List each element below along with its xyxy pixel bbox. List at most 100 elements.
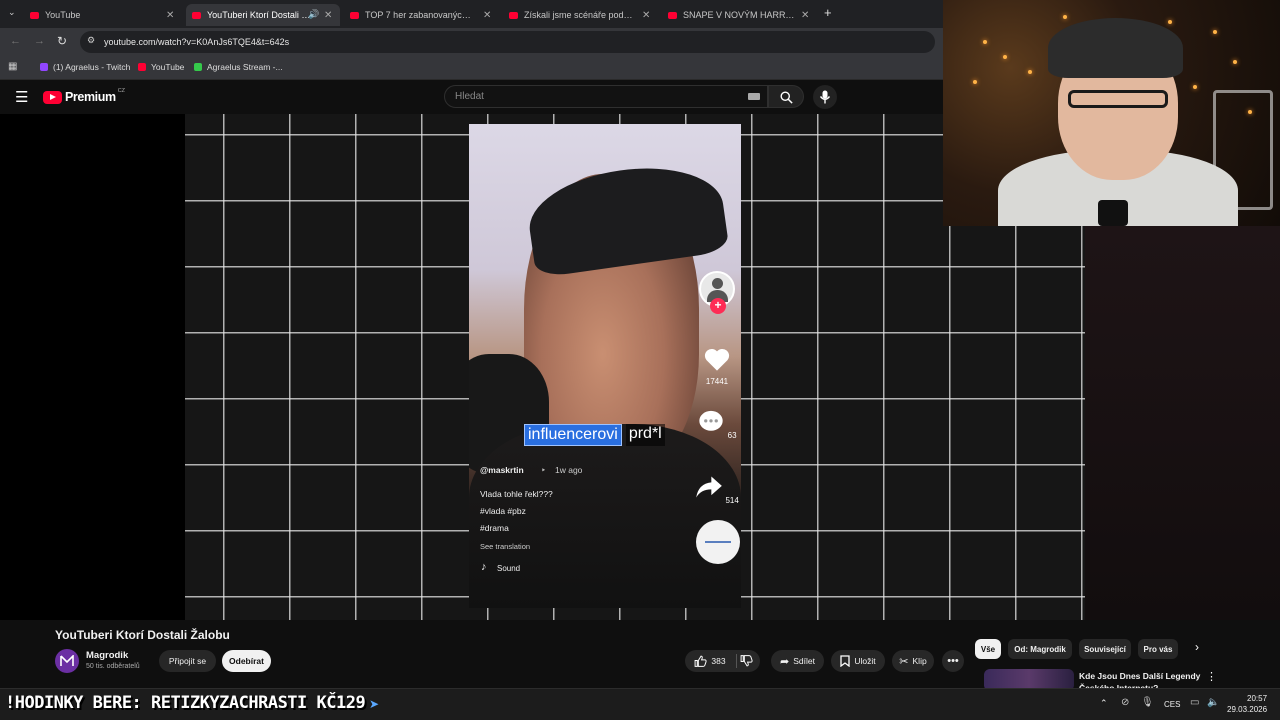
browser-tab[interactable]: Získali jsme scénáře podvodníků ✕ <box>509 4 654 26</box>
share-icon: ➦ <box>780 655 790 668</box>
channel-name[interactable]: Magrodik <box>86 650 128 661</box>
browser-tab[interactable]: TOP 7 her zabanovaných na Steamu ✕ <box>350 4 495 26</box>
follow-plus-icon[interactable]: + <box>710 298 726 314</box>
site-info-icon[interactable]: ⚙ <box>87 35 95 46</box>
chevron-right-icon[interactable]: › <box>1195 640 1199 654</box>
url-text[interactable]: youtube.com/watch?v=K0AnJs6TQE4&t=642s <box>104 37 289 47</box>
keyboard-icon[interactable] <box>748 93 760 100</box>
bookmarks-bar: ▦ (1) Agraelus - Twitch YouTube Agraelus… <box>0 56 943 80</box>
share-arrow-icon <box>696 476 723 498</box>
network-icon[interactable]: ▭ <box>1190 697 1199 708</box>
tray-expand-icon[interactable]: ⌃ <box>1100 698 1108 709</box>
comment-count: 63 <box>727 431 737 440</box>
browser-tab-active[interactable]: YouTuberi Ktorí Dostali Žalobu 🔊 ✕ <box>186 4 340 26</box>
audio-playing-icon[interactable]: 🔊 <box>308 9 319 20</box>
bookmark-item[interactable]: Agraelus Stream -... <box>194 62 283 72</box>
tiktok-like-button: 17441 <box>695 346 739 386</box>
microphone-icon <box>819 90 831 104</box>
bookmark-icon <box>840 655 851 667</box>
forward-icon[interactable]: → <box>34 35 45 47</box>
save-label: Uložit <box>854 656 876 666</box>
browser-tab[interactable]: YouTube ✕ <box>30 4 180 26</box>
youtube-favicon-icon <box>509 11 518 19</box>
tab-close-icon[interactable]: ✕ <box>324 10 332 21</box>
clip-label: Klip <box>912 656 927 666</box>
tab-title: YouTube <box>45 10 81 20</box>
bookmark-item[interactable]: (1) Agraelus - Twitch <box>40 62 130 72</box>
clock-time: 20:57 <box>1247 694 1268 703</box>
posted-time: 1w ago <box>555 465 583 475</box>
streamer-webcam <box>943 0 1280 226</box>
chip-from-channel[interactable]: Od: Magrodik <box>1008 639 1072 659</box>
back-icon[interactable]: ← <box>10 35 21 47</box>
chip-for-you[interactable]: Pro vás <box>1138 639 1178 659</box>
chip-all[interactable]: Vše <box>975 639 1001 659</box>
region-code: CZ <box>117 88 126 94</box>
like-button[interactable]: 383 <box>685 650 735 672</box>
youtube-favicon-icon <box>30 11 39 19</box>
clock-date: 29.03.2026 <box>1227 705 1268 714</box>
tab-close-icon[interactable]: ✕ <box>483 10 491 21</box>
subscribe-button[interactable]: Odebírat <box>222 650 271 672</box>
chip-related[interactable]: Související <box>1079 639 1131 659</box>
share-button[interactable]: ➦ Sdílet <box>771 650 824 672</box>
channel-avatar[interactable] <box>55 649 79 673</box>
tiktok-tags: #vlada #pbz <box>480 506 526 516</box>
reload-icon[interactable]: ↻ <box>57 34 67 48</box>
thumbs-down-icon <box>740 655 753 667</box>
tab-close-icon[interactable]: ✕ <box>801 10 809 21</box>
save-button[interactable]: Uložit <box>831 650 885 672</box>
search-button[interactable] <box>768 85 804 108</box>
join-button[interactable]: Připojit se <box>159 650 216 672</box>
dislike-button[interactable] <box>740 655 753 669</box>
volume-icon[interactable]: 🔈 <box>1207 697 1219 708</box>
divider <box>736 654 737 668</box>
subtitle-rest: prd*l <box>625 424 665 446</box>
sound-label: Sound <box>497 564 521 573</box>
address-bar[interactable]: ⚙ youtube.com/watch?v=K0AnJs6TQE4&t=642s <box>80 31 935 53</box>
share-count: 514 <box>725 496 739 505</box>
music-note-icon: ♪ <box>481 561 487 573</box>
more-actions-icon[interactable]: ••• <box>942 650 964 672</box>
tiktok-tags: #drama <box>480 523 509 533</box>
youtube-favicon-icon <box>350 11 359 19</box>
video-player[interactable]: + 17441 63 514 influencerovi prd*l @mask… <box>0 114 1085 620</box>
clip-button[interactable]: ✂ Klip <box>892 650 934 672</box>
separator-dot: ‣ <box>541 465 547 475</box>
person-cap <box>523 156 730 279</box>
youtube-logo[interactable]: Premium CZ <box>43 88 126 104</box>
tab-close-icon[interactable]: ✕ <box>642 10 650 21</box>
like-count: 383 <box>711 656 726 666</box>
logo-text: Premium <box>65 90 116 104</box>
recommended-title[interactable]: Kde Jsou Dnes Další Legendy Českého Inte… <box>1079 670 1209 688</box>
see-translation-link: See translation <box>480 542 531 551</box>
microphone-tray-icon[interactable]: 🎙 <box>1141 697 1154 708</box>
more-options-icon[interactable]: ⋮ <box>1206 670 1217 683</box>
voice-search-button[interactable] <box>813 85 837 109</box>
taskbar-clock[interactable]: 20:57 29.03.2026 <box>1227 693 1267 715</box>
youtube-favicon-icon <box>192 11 201 19</box>
heart-icon <box>704 348 730 371</box>
tiktok-username: @maskrtin <box>480 465 524 475</box>
search-input[interactable]: Hledat <box>444 85 768 108</box>
bookmark-item[interactable]: YouTube <box>138 62 184 72</box>
tab-close-icon[interactable]: ✕ <box>166 10 174 21</box>
tab-search-icon[interactable]: ⌄ <box>8 7 16 18</box>
bookmark-label: YouTube <box>151 62 185 72</box>
new-tab-button[interactable]: + <box>824 5 832 20</box>
like-count: 17441 <box>705 377 729 386</box>
share-label: Sdílet <box>793 656 815 666</box>
bookmark-favicon-icon <box>194 63 202 71</box>
youtube-logo-icon <box>43 90 62 104</box>
tab-title: TOP 7 her zabanovaných na Steamu <box>365 10 475 20</box>
like-dislike-group: 383 <box>685 650 760 672</box>
subscriber-count: 50 tis. odběratelů <box>86 663 140 670</box>
apps-grid-icon[interactable]: ▦ <box>8 61 17 72</box>
steam-taskbar-icon[interactable]: ➤ <box>369 697 379 711</box>
scissors-icon: ✂ <box>899 655 909 668</box>
menu-icon[interactable]: ☰ <box>15 88 28 106</box>
input-language[interactable]: CES <box>1164 700 1180 709</box>
mute-icon[interactable]: ⊘ <box>1121 697 1129 708</box>
browser-tab[interactable]: SNAPE V NOVÝM HARRY POTTEROVI ✕ <box>668 4 813 26</box>
tiktok-comment-button: 63 <box>695 409 739 440</box>
